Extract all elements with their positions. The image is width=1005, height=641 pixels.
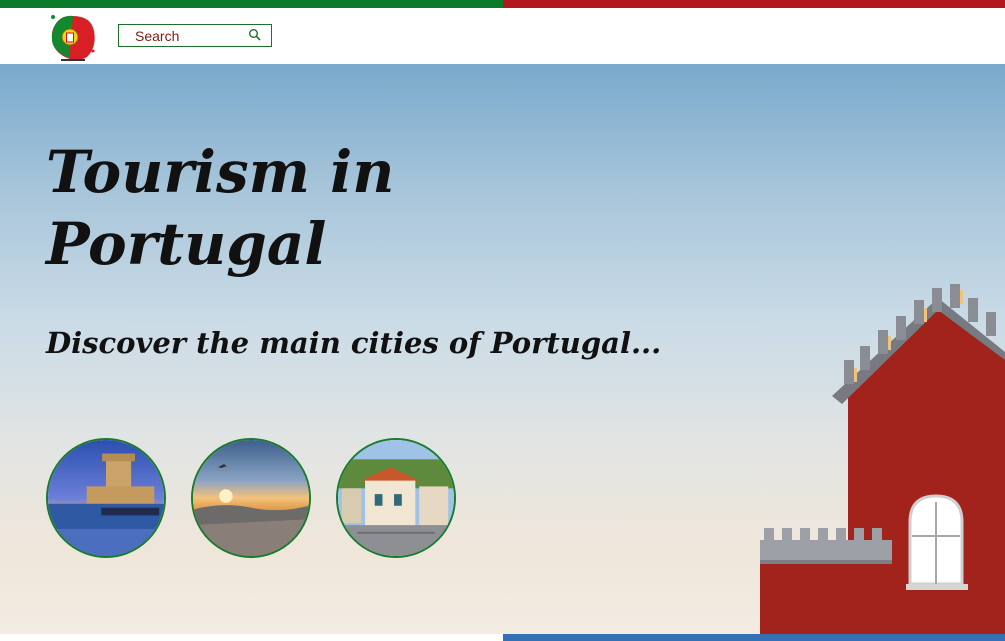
bottom-bar (0, 634, 1005, 641)
top-flag-bar (0, 0, 1005, 8)
search-icon[interactable] (248, 28, 262, 42)
city-thumbnail-tower[interactable] (46, 438, 166, 558)
bottom-bar-blue (503, 634, 1005, 641)
search-input[interactable] (119, 25, 247, 46)
portugal-logo-icon[interactable] (47, 11, 99, 63)
hero-subtitle: Discover the main cities of Portugal... (46, 326, 662, 360)
top-bar-red (503, 0, 1005, 8)
city-thumbnail-sunset[interactable] (191, 438, 311, 558)
hero-banner: Tourism in Portugal Discover the main ci… (0, 64, 1005, 634)
bottom-bar-white (0, 634, 503, 641)
hero-title: Tourism in Portugal (46, 138, 395, 278)
site-header (0, 8, 1005, 64)
castle-illustration (760, 274, 1005, 634)
city-thumbnails (46, 438, 456, 558)
city-thumbnail-village[interactable] (336, 438, 456, 558)
top-bar-green (0, 0, 503, 8)
search-box (118, 24, 272, 47)
